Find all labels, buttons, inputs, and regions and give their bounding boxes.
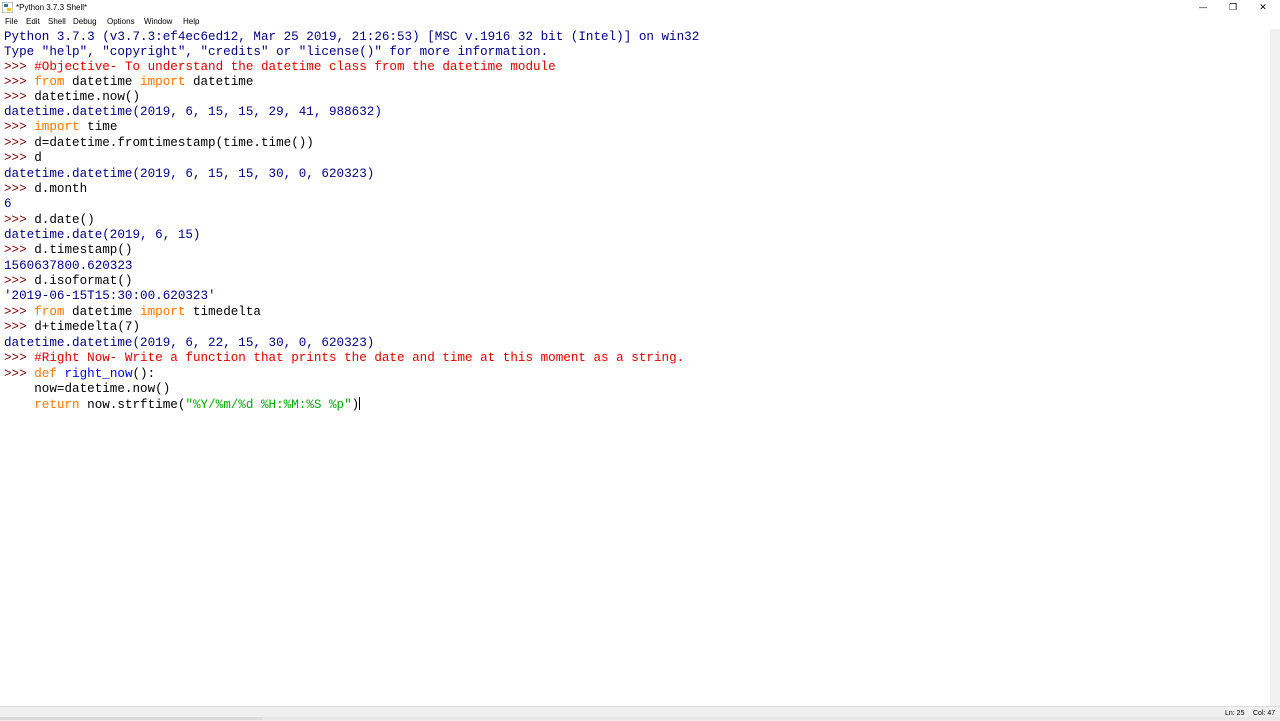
- close-icon: ✕: [1259, 2, 1267, 12]
- code-text: now=datetime.now(): [4, 382, 171, 396]
- prompt: >>>: [4, 151, 35, 165]
- restore-icon: ❐: [1228, 2, 1238, 12]
- output-line: datetime.datetime(2019, 6, 22, 15, 30, 0…: [4, 336, 375, 350]
- keyword-text: import: [34, 120, 80, 134]
- code-text: d.month: [34, 182, 88, 196]
- input-line: >>> #Objective- To understand the dateti…: [4, 60, 556, 75]
- code-text: datetime: [185, 75, 254, 89]
- prompt: >>>: [4, 75, 35, 89]
- code-text: d.isoformat(): [34, 274, 133, 288]
- menu-debug[interactable]: Debug: [73, 16, 97, 28]
- output-line: 6: [4, 197, 12, 211]
- output-line: datetime.datetime(2019, 6, 15, 15, 29, 4…: [4, 105, 382, 119]
- vertical-scrollbar[interactable]: [1270, 29, 1280, 706]
- code-text: d.date(): [34, 213, 95, 227]
- menu-file[interactable]: File: [5, 16, 18, 28]
- text-cursor: [359, 397, 361, 410]
- string-text: "%Y/%m/%d %H:%M:%S %p": [185, 398, 352, 412]
- input-line: >>> d=datetime.fromtimestamp(time.time()…: [4, 136, 314, 151]
- prompt: >>>: [4, 90, 35, 104]
- code-text: d: [34, 151, 42, 165]
- keyword-text: import: [140, 305, 186, 319]
- python-idle-icon: [2, 2, 13, 13]
- input-line: >>> d.timestamp(): [4, 243, 132, 258]
- input-line: >>> import time: [4, 120, 117, 135]
- menu-options[interactable]: Options: [107, 16, 135, 28]
- shell-text-area[interactable]: Python 3.7.3 (v3.7.3:ef4ec6ed12, Mar 25 …: [0, 29, 1270, 706]
- close-button[interactable]: ✕: [1248, 0, 1278, 15]
- comment-text: #Objective- To understand the datetime c…: [34, 60, 556, 74]
- code-text: datetime: [64, 305, 141, 319]
- code-text: d+timedelta(7): [34, 320, 141, 334]
- prompt: >>>: [4, 243, 35, 257]
- prompt: >>>: [4, 213, 35, 227]
- input-line: >>> datetime.now(): [4, 90, 140, 105]
- input-line: >>> from datetime import timedelta: [4, 305, 261, 320]
- keyword-text: from: [34, 75, 65, 89]
- prompt: >>>: [4, 60, 35, 74]
- comment-text: #Right Now- Write a function that prints…: [34, 351, 685, 365]
- banner-line: Type "help", "copyright", "credits" or "…: [4, 45, 549, 59]
- input-line: >>> d.isoformat(): [4, 274, 132, 289]
- keyword-text: from: [34, 305, 65, 319]
- restore-button[interactable]: ❐: [1218, 0, 1248, 15]
- output-line: 1560637800.620323: [4, 259, 133, 273]
- code-text: time: [79, 120, 118, 134]
- prompt: >>>: [4, 274, 35, 288]
- input-line: >>> d: [4, 151, 42, 166]
- input-line: >>> from datetime import datetime: [4, 75, 253, 90]
- keyword-text: def: [34, 367, 57, 381]
- input-line: >>> def right_now():: [4, 367, 155, 382]
- menu-edit[interactable]: Edit: [26, 16, 40, 28]
- minimize-button[interactable]: —: [1188, 0, 1218, 15]
- prompt: >>>: [4, 136, 35, 150]
- input-line: return now.strftime("%Y/%m/%d %H:%M:%S %…: [4, 397, 361, 412]
- indent-text: [4, 398, 34, 412]
- code-text: datetime.now(): [34, 90, 141, 104]
- code-text: d=datetime.fromtimestamp(time.time()): [34, 136, 314, 150]
- minimize-icon: —: [1199, 3, 1207, 12]
- keyword-text: import: [140, 75, 186, 89]
- code-text: ): [351, 398, 360, 412]
- output-line: '2019-06-15T15:30:00.620323': [4, 289, 216, 303]
- prompt: >>>: [4, 320, 35, 334]
- code-text: now.strftime(: [79, 398, 186, 412]
- title-bar[interactable]: *Python 3.7.3 Shell* — ❐ ✕: [0, 0, 1280, 15]
- function-name-text: right_now: [56, 367, 133, 381]
- code-text: timedelta: [185, 305, 261, 319]
- prompt: >>>: [4, 351, 35, 365]
- status-column-number: Col: 47: [1253, 710, 1276, 717]
- code-text: datetime: [64, 75, 141, 89]
- input-line: now=datetime.now(): [4, 382, 170, 397]
- menu-bar: File Edit Shell Debug Options Window Hel…: [0, 15, 1280, 29]
- window-title: *Python 3.7.3 Shell*: [16, 3, 88, 12]
- prompt: >>>: [4, 182, 35, 196]
- menu-help[interactable]: Help: [183, 16, 199, 28]
- menu-window[interactable]: Window: [144, 16, 172, 28]
- output-line: datetime.datetime(2019, 6, 15, 15, 30, 0…: [4, 167, 375, 181]
- input-line: >>> #Right Now- Write a function that pr…: [4, 351, 684, 366]
- menu-shell[interactable]: Shell: [48, 16, 66, 28]
- code-text: d.timestamp(): [34, 243, 133, 257]
- prompt: >>>: [4, 120, 35, 134]
- input-line: >>> d+timedelta(7): [4, 320, 140, 335]
- prompt: >>>: [4, 367, 35, 381]
- code-text: ():: [132, 367, 156, 381]
- status-line-number: Ln: 25: [1225, 710, 1245, 717]
- output-line: datetime.date(2019, 6, 15): [4, 228, 201, 242]
- input-line: >>> d.month: [4, 182, 87, 197]
- banner-line: Python 3.7.3 (v3.7.3:ef4ec6ed12, Mar 25 …: [4, 30, 700, 44]
- keyword-text: return: [34, 398, 80, 412]
- prompt: >>>: [4, 305, 35, 319]
- input-line: >>> d.date(): [4, 213, 95, 228]
